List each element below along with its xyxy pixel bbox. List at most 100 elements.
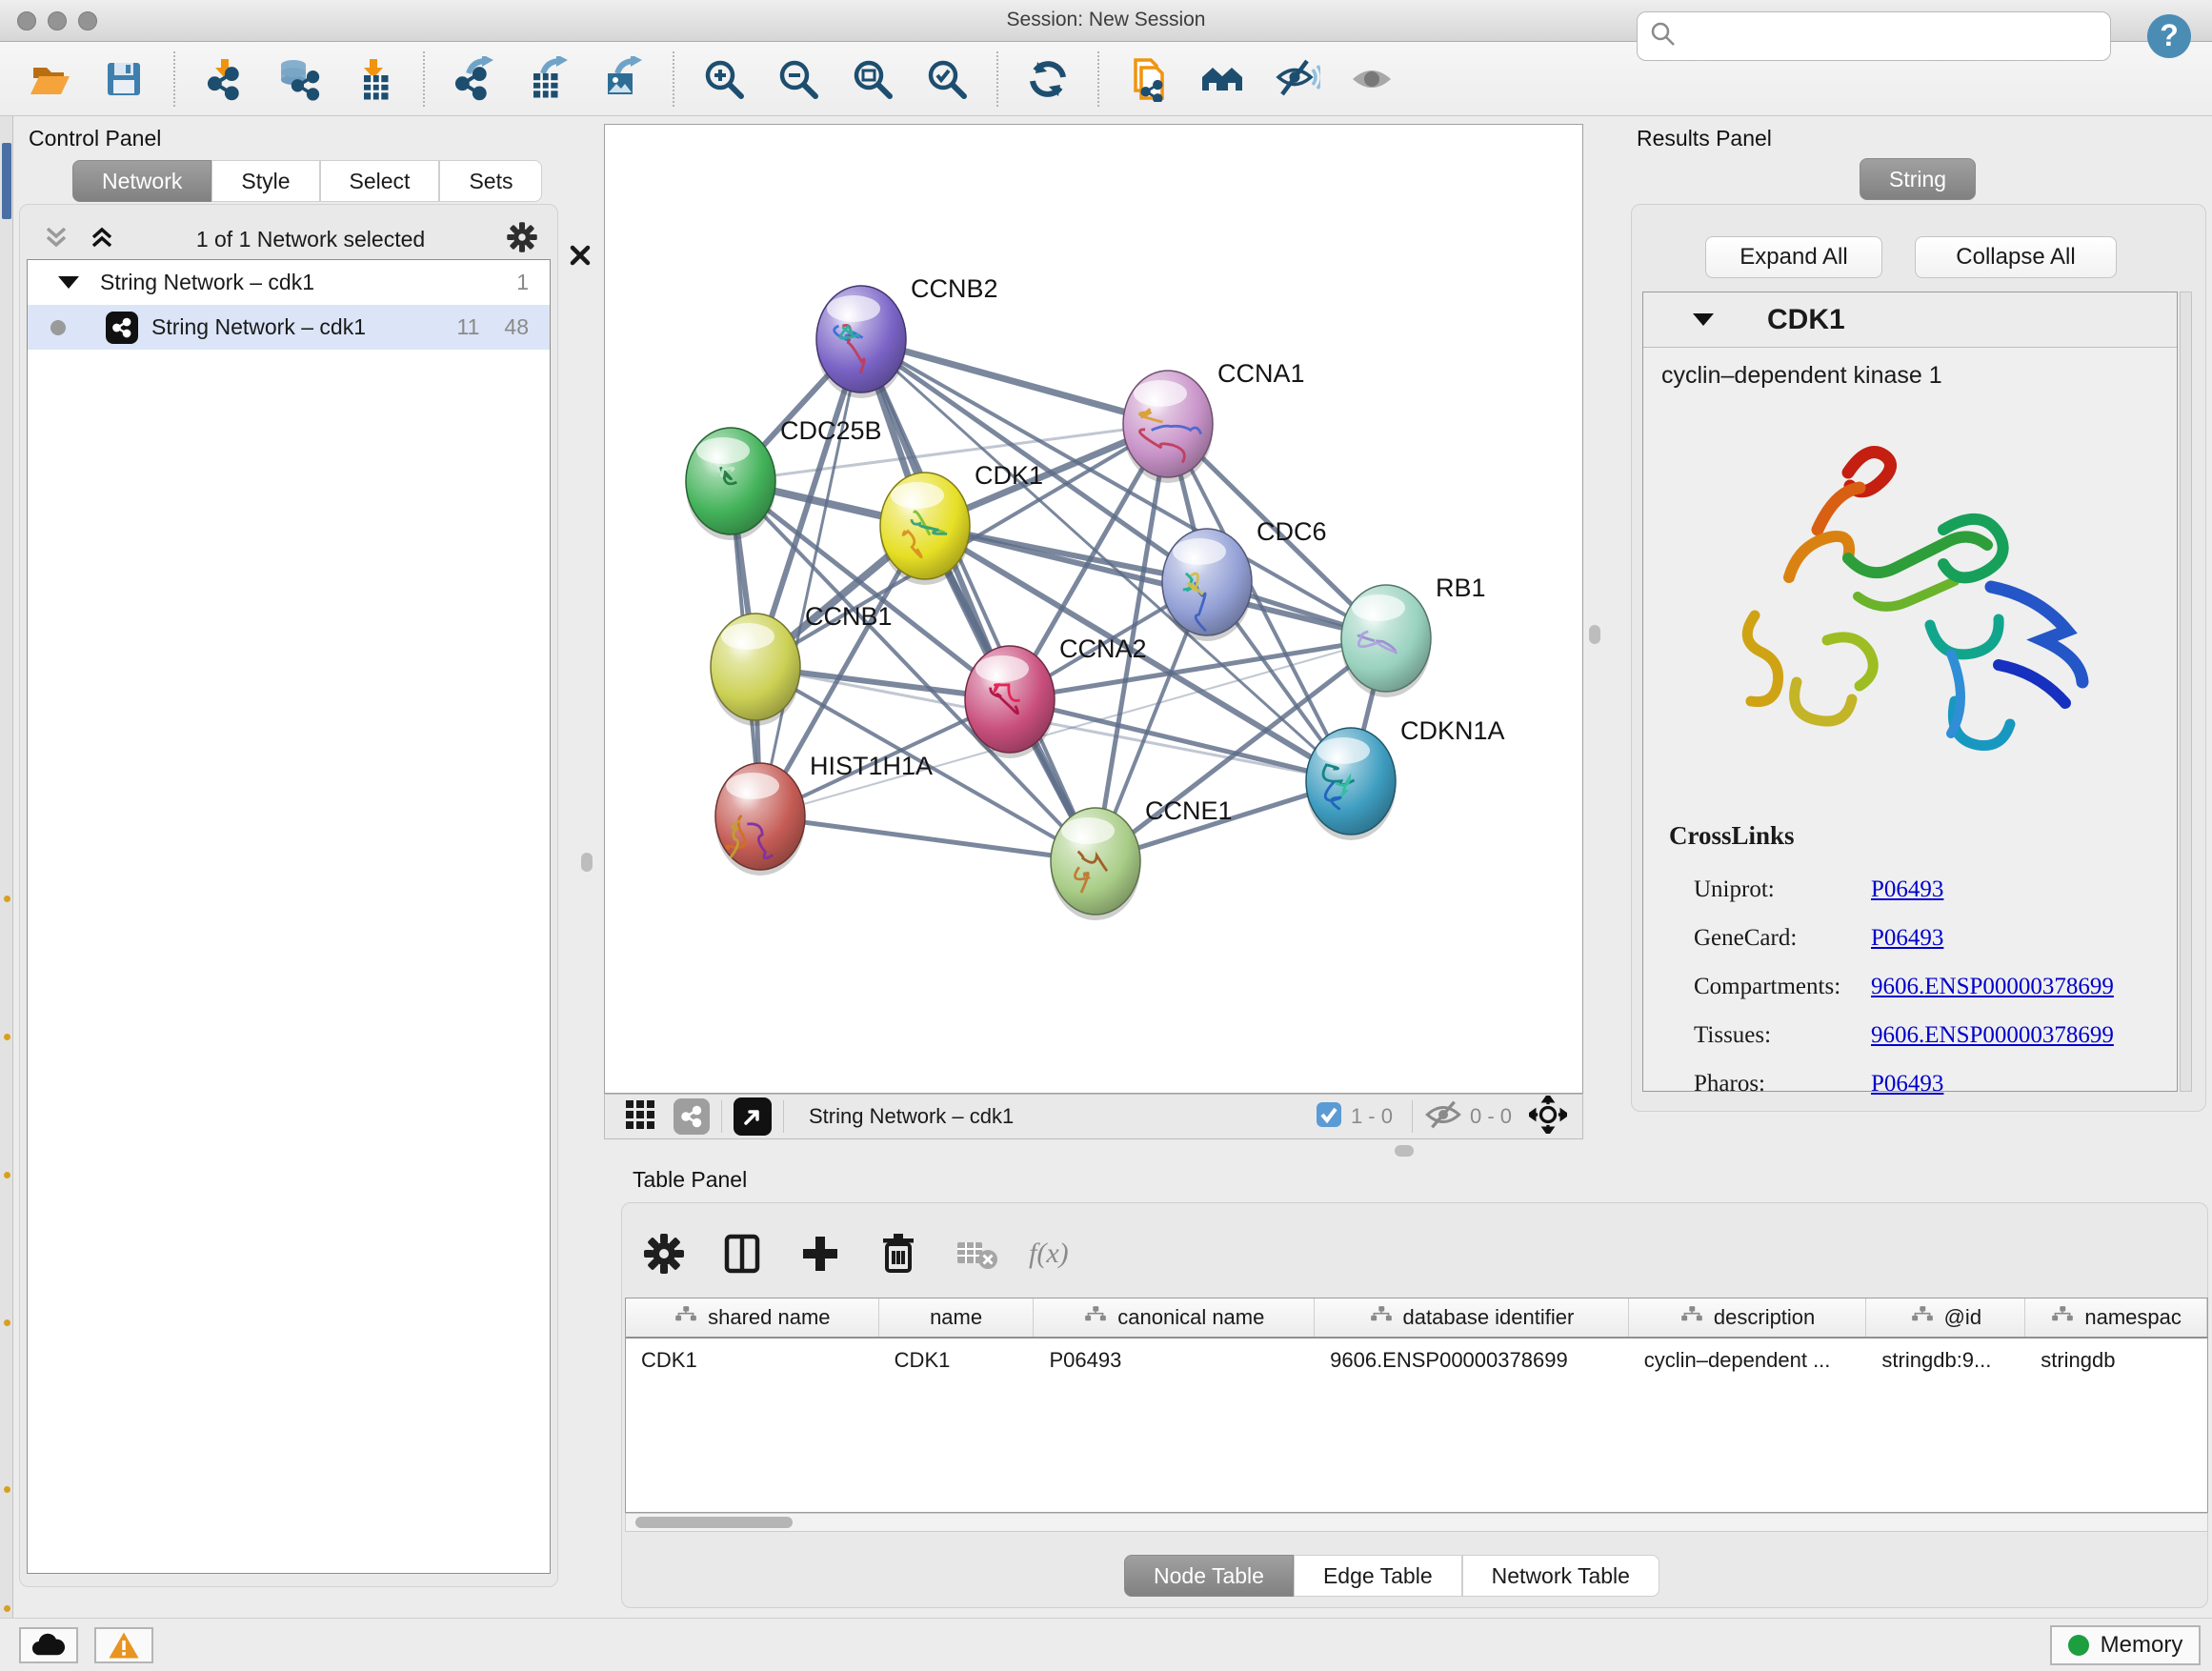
network-node-CCNA2[interactable] (965, 646, 1055, 758)
function-builder-icon[interactable]: f(x) (1029, 1238, 1069, 1270)
left-splitter-handle[interactable] (581, 853, 593, 872)
network-node-CCNB2[interactable] (816, 286, 906, 398)
cloud-button[interactable] (19, 1627, 78, 1663)
tab-select[interactable]: Select (320, 160, 440, 202)
network-node-CCNE1[interactable] (1051, 808, 1140, 920)
tab-string[interactable]: String (1860, 158, 1976, 200)
protein-section-expander-icon[interactable] (1693, 313, 1714, 326)
create-column-plus-icon[interactable] (794, 1228, 846, 1279)
network-tree-network-row[interactable]: String Network – cdk1 11 48 (28, 305, 550, 350)
export-network-icon (452, 56, 497, 102)
network-node-CDK1[interactable] (880, 473, 970, 585)
column-header-name[interactable]: name (879, 1299, 1035, 1337)
selected-checkbox-icon[interactable] (1315, 1100, 1343, 1134)
import-network-button[interactable] (200, 54, 250, 104)
column-header-@id[interactable]: @id (1866, 1299, 2025, 1337)
node-label-CCNA1: CCNA1 (1217, 359, 1305, 388)
hidden-eye-icon[interactable] (1424, 1099, 1462, 1135)
column-header-shared-name[interactable]: shared name (626, 1299, 879, 1337)
network-node-CCNB1[interactable] (711, 614, 800, 726)
network-options-gear-icon[interactable] (505, 220, 539, 259)
search-input[interactable] (1678, 24, 2087, 49)
delete-column-trash-icon[interactable] (873, 1228, 924, 1279)
table-body: CDK1CDK1P064939606.ENSP00000378699cyclin… (626, 1339, 2207, 1382)
column-header-canonical-name[interactable]: canonical name (1034, 1299, 1315, 1337)
crosslink-label: Uniprot: (1694, 876, 1871, 903)
node-label-CDK1: CDK1 (975, 461, 1043, 490)
protein-section-header[interactable]: CDK1 (1643, 292, 2177, 348)
tab-network-table[interactable]: Network Table (1462, 1555, 1659, 1597)
import-table-icon (351, 56, 396, 102)
table-type-tabs: Node TableEdge TableNetwork Table (1124, 1555, 1659, 1597)
network-edge[interactable] (760, 339, 861, 816)
delete-table-icon[interactable] (951, 1228, 1002, 1279)
import-database-button[interactable] (274, 54, 324, 104)
refresh-button[interactable] (1023, 54, 1073, 104)
expand-all-networks-icon[interactable] (42, 223, 70, 256)
show-column-selector-icon[interactable] (716, 1228, 768, 1279)
crosslink-row: Tissues:9606.ENSP00000378699 (1694, 1011, 2170, 1059)
search-box[interactable] (1637, 11, 2111, 61)
import-table-button[interactable] (349, 54, 398, 104)
zoom-out-button[interactable] (774, 54, 823, 104)
save-session-button[interactable] (99, 54, 149, 104)
zoom-in-button[interactable] (699, 54, 749, 104)
network-node-RB1[interactable] (1341, 585, 1431, 697)
memory-button[interactable]: Memory (2050, 1625, 2201, 1665)
network-node-HIST1H1A[interactable] (715, 763, 805, 876)
help-button[interactable]: ? (2145, 12, 2193, 60)
crosslink-link[interactable]: 9606.ENSP00000378699 (1871, 974, 2114, 1000)
home-views-button[interactable] (1198, 54, 1248, 104)
network-node-CDC6[interactable] (1162, 529, 1252, 641)
node-label-CCNB2: CCNB2 (911, 274, 998, 303)
export-image-button[interactable] (598, 54, 648, 104)
column-header-database-identifier[interactable]: database identifier (1315, 1299, 1629, 1337)
network-view-canvas[interactable]: CCNB2CCNA1CDC25BCDK1CDC6RB1CCNB1CCNA2CDK… (604, 124, 1583, 1094)
network-tree-collection-row[interactable]: String Network – cdk1 1 (28, 260, 550, 305)
birds-eye-view-icon[interactable] (734, 1097, 772, 1136)
tab-node-table[interactable]: Node Table (1124, 1555, 1294, 1597)
control-panel-close-icon[interactable] (569, 244, 592, 272)
table-settings-gear-icon[interactable] (638, 1228, 690, 1279)
collapse-all-networks-icon[interactable] (88, 223, 116, 256)
right-splitter-handle[interactable] (1589, 625, 1600, 644)
show-all-button[interactable] (1347, 54, 1397, 104)
warnings-button[interactable] (94, 1627, 153, 1663)
network-share-view-icon[interactable] (674, 1098, 710, 1135)
crosslink-link[interactable]: P06493 (1871, 1071, 1943, 1097)
bottom-splitter-handle[interactable] (1395, 1145, 1414, 1157)
column-header-namespac[interactable]: namespac (2025, 1299, 2207, 1337)
network-node-CDKN1A[interactable] (1306, 728, 1396, 840)
network-node-CCNA1[interactable] (1123, 371, 1213, 483)
node-table[interactable]: shared namenamecanonical namedatabase id… (625, 1298, 2208, 1513)
export-network-button[interactable] (450, 54, 499, 104)
column-header-description[interactable]: description (1629, 1299, 1867, 1337)
open-file-button[interactable] (25, 54, 74, 104)
network-edge[interactable] (760, 816, 1096, 861)
export-table-button[interactable] (524, 54, 573, 104)
collapse-all-button[interactable]: Collapse All (1915, 236, 2117, 278)
tab-network[interactable]: Network (72, 160, 211, 202)
fit-content-crosshair-icon[interactable] (1529, 1096, 1567, 1138)
scrollbar-thumb[interactable] (635, 1517, 793, 1528)
table-horizontal-scrollbar[interactable] (625, 1513, 2208, 1532)
network-edge-count: 48 (504, 314, 529, 340)
tab-edge-table[interactable]: Edge Table (1294, 1555, 1462, 1597)
table-row[interactable]: CDK1CDK1P064939606.ENSP00000378699cyclin… (626, 1339, 2207, 1382)
tab-sets[interactable]: Sets (439, 160, 542, 202)
crosslink-link[interactable]: P06493 (1871, 925, 1943, 952)
clone-network-button[interactable] (1124, 54, 1174, 104)
network-edge[interactable] (861, 339, 1096, 861)
zoom-fit-button[interactable] (848, 54, 897, 104)
tab-style[interactable]: Style (211, 160, 319, 202)
expand-all-button[interactable]: Expand All (1705, 236, 1882, 278)
grid-view-icon[interactable] (624, 1098, 656, 1136)
results-scrollbar[interactable] (2180, 292, 2192, 1092)
network-node-CDC25B[interactable] (686, 428, 775, 540)
zoom-selected-button[interactable] (922, 54, 972, 104)
crosslink-link[interactable]: 9606.ENSP00000378699 (1871, 1022, 2114, 1049)
table-panel-title: Table Panel (633, 1167, 747, 1193)
hide-selected-button[interactable] (1273, 54, 1322, 104)
collection-expander-icon[interactable] (58, 276, 79, 289)
crosslink-link[interactable]: P06493 (1871, 876, 1943, 903)
